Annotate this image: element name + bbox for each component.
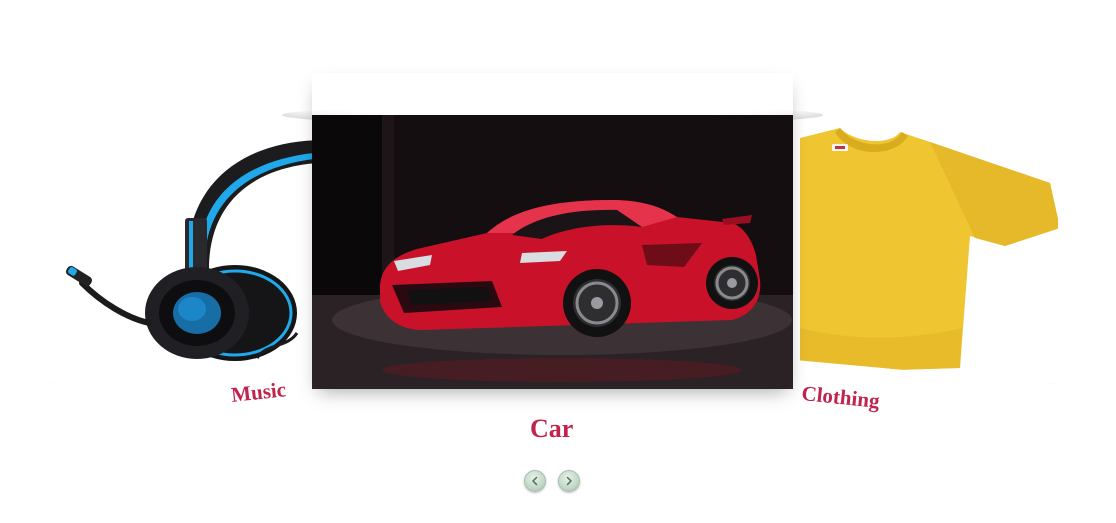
slide-label-car: Car bbox=[530, 414, 574, 443]
chevron-left-icon bbox=[532, 476, 538, 486]
car-image bbox=[312, 115, 793, 389]
slide-top-band bbox=[312, 73, 793, 115]
prev-button[interactable] bbox=[524, 470, 546, 492]
chevron-right-icon bbox=[566, 476, 572, 486]
slide-label-music: Music bbox=[230, 377, 288, 407]
slide-car[interactable] bbox=[312, 73, 793, 389]
next-button[interactable] bbox=[558, 470, 580, 492]
slide-music[interactable] bbox=[47, 78, 315, 384]
tshirt-image bbox=[800, 128, 1058, 373]
slide-label-clothing: Clothing bbox=[800, 381, 881, 414]
slide-clothing[interactable] bbox=[790, 78, 1058, 384]
headphones-image bbox=[65, 140, 315, 361]
